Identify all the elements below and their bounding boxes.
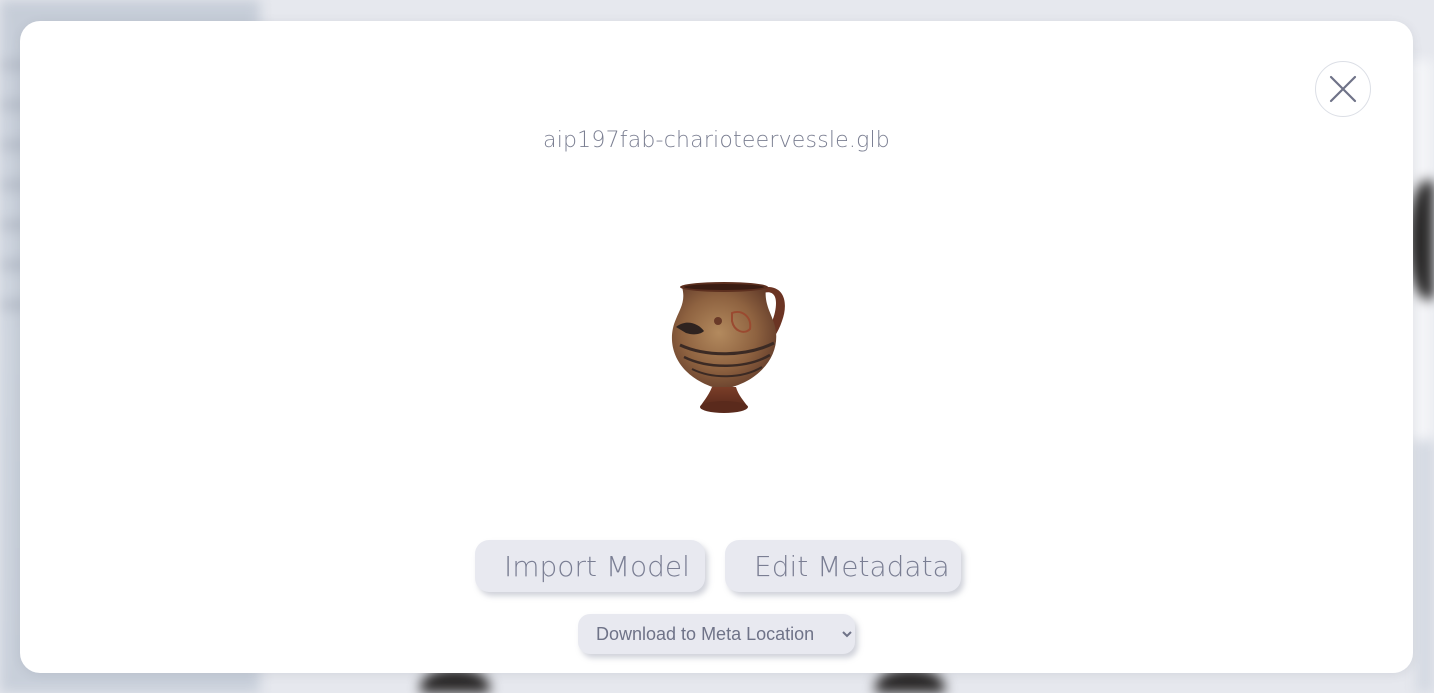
close-button[interactable] [1315,61,1371,117]
model-preview[interactable] [646,257,786,417]
download-location-select[interactable]: Download to Meta Location [578,614,855,654]
import-model-button[interactable]: Import Model [475,540,705,592]
model-detail-modal: aip197fab-charioteervessle.glb Import Mo… [20,21,1413,673]
background-card [1416,440,1434,693]
download-select-wrapper: Download to Meta Location [578,614,855,654]
action-buttons: Import Model Edit Metadata [475,540,961,592]
model-file-name: aip197fab-charioteervessle.glb [543,128,890,153]
close-icon [1329,75,1357,103]
edit-metadata-button[interactable]: Edit Metadata [725,540,961,592]
